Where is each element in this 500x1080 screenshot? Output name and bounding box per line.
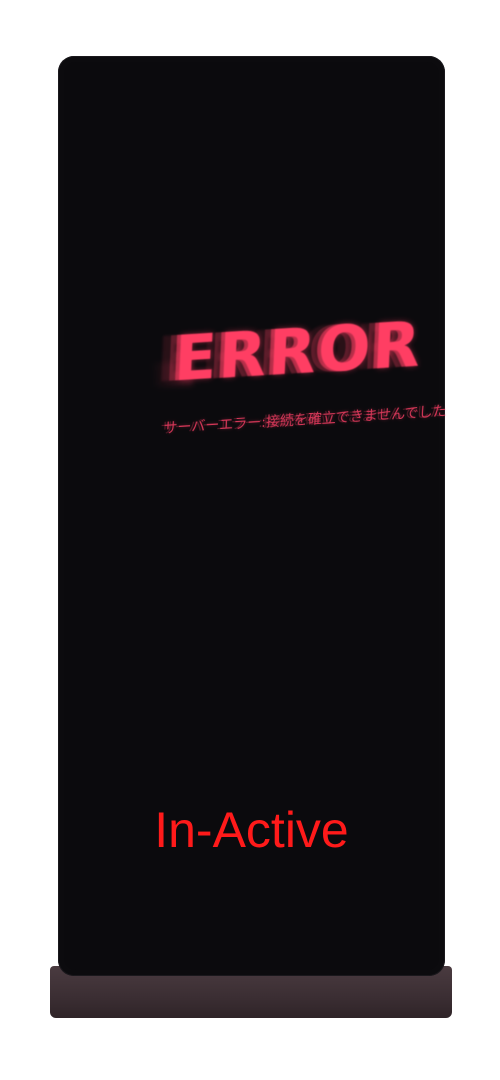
- error-subtitle: サーバーエラー:接続を確立できませんでした: [163, 403, 447, 438]
- kiosk-display-icon: ERROR サーバーエラー:接続を確立できませんでした In-Active: [58, 56, 447, 976]
- status-label: In-Active: [154, 802, 349, 858]
- kiosk-preview: ERROR サーバーエラー:接続を確立できませんでした In-Active: [0, 0, 500, 1080]
- error-title: ERROR: [172, 306, 424, 396]
